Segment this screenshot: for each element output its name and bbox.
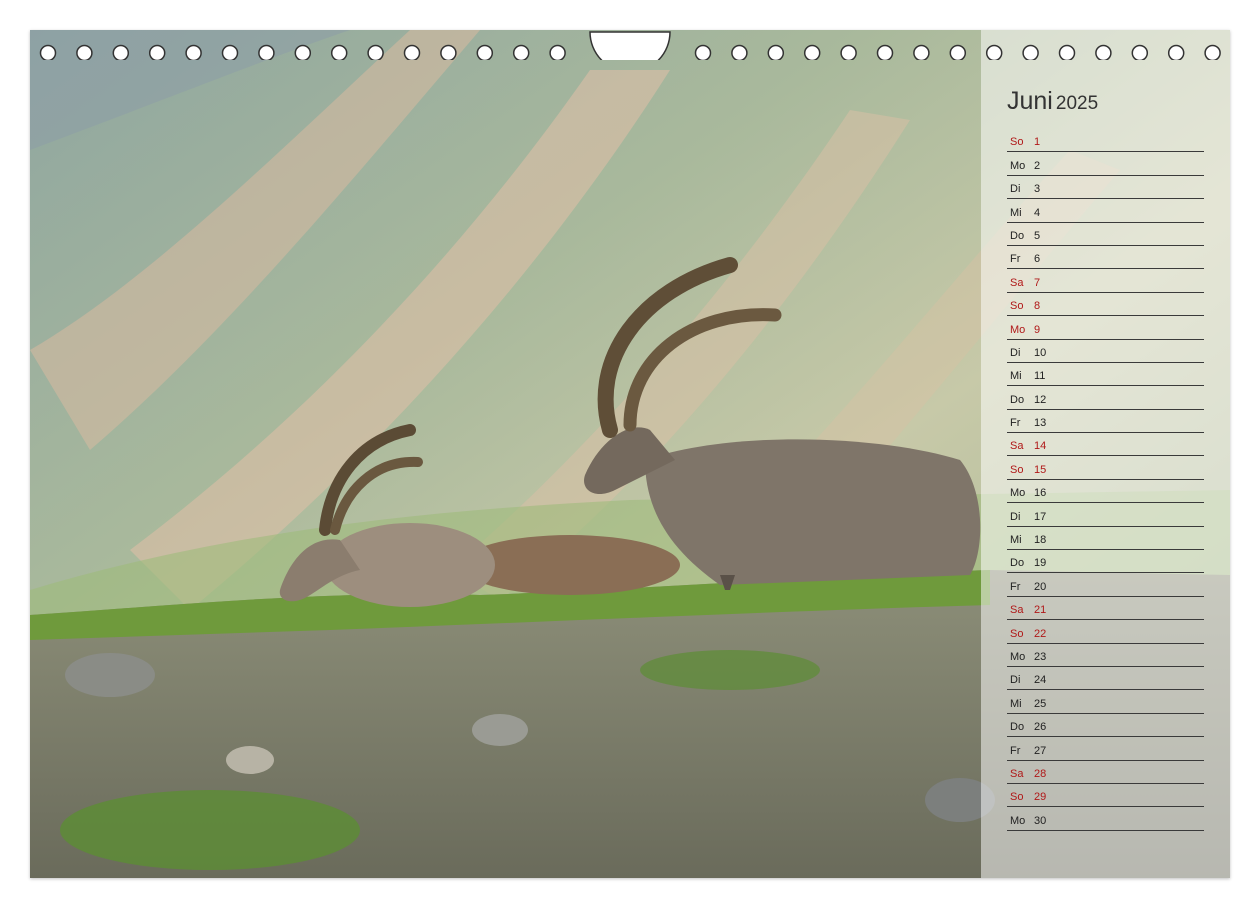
weekday-label: Di (1010, 674, 1021, 687)
day-row: Di 24 (1007, 668, 1204, 691)
weekday-label: Mo (1010, 814, 1026, 827)
day-number: 3 (1034, 183, 1041, 196)
day-number: 7 (1034, 276, 1041, 289)
day-number: 20 (1034, 580, 1047, 593)
weekday-label: So (1010, 463, 1024, 476)
day-number: 27 (1034, 744, 1047, 757)
day-number: 30 (1034, 814, 1047, 827)
weekday-label: Mo (1010, 323, 1026, 336)
weekday-label: Mi (1010, 370, 1022, 383)
weekday-label: Do (1010, 557, 1025, 570)
weekday-label: Mo (1010, 650, 1026, 663)
day-number: 8 (1034, 300, 1041, 313)
day-number: 18 (1034, 534, 1047, 547)
month-year: 2025 (1055, 93, 1099, 114)
day-number: 21 (1034, 604, 1047, 617)
day-number: 10 (1034, 346, 1047, 359)
day-row: Sa 7 (1007, 270, 1204, 293)
weekday-label: Di (1010, 183, 1021, 196)
weekday-label: Do (1010, 229, 1025, 242)
weekday-label: Mi (1010, 697, 1022, 710)
day-row: Do 5 (1007, 224, 1204, 246)
day-number: 2 (1034, 159, 1041, 172)
day-row: Mo 23 (1007, 645, 1204, 667)
day-number: 26 (1034, 721, 1047, 734)
weekday-label: Do (1010, 721, 1025, 734)
weekday-label: Fr (1010, 417, 1021, 430)
day-row: Sa 21 (1007, 598, 1204, 621)
day-row: Do 26 (1007, 715, 1204, 738)
day-row: Mo 9 (1007, 317, 1204, 340)
day-number: 5 (1034, 229, 1041, 242)
calendar-page: Juni 2025 So 1 Mo 2 Di 3 Mi 4 Do 5 Fr 6 Sa 7 So 8 Mo 9 Di 10… (30, 30, 1230, 878)
day-row: So 29 (1007, 785, 1204, 808)
day-number: 14 (1034, 440, 1047, 453)
weekday-label: Fr (1010, 253, 1021, 266)
weekday-label: Sa (1010, 440, 1024, 453)
day-row: Mo 2 (1007, 153, 1204, 176)
weekday-label: So (1010, 136, 1024, 149)
day-number: 24 (1034, 674, 1047, 687)
day-row: Mi 4 (1007, 200, 1204, 223)
day-row: Fr 13 (1007, 411, 1204, 434)
day-row: So 15 (1007, 457, 1204, 480)
day-list: So 1 Mo 2 Di 3 Mi 4 Do 5 Fr 6 Sa 7 So 8 Mo 9 Di 10 Mi 11 Do 12 F… (1007, 130, 1204, 832)
weekday-label: Fr (1010, 580, 1021, 593)
weekday-label: Do (1010, 393, 1025, 406)
weekday-label: Sa (1010, 276, 1024, 289)
day-number: 1 (1034, 136, 1041, 149)
month-title: Juni 2025 (1007, 87, 1098, 116)
day-row: Do 19 (1007, 551, 1204, 574)
day-row: Di 17 (1007, 504, 1204, 527)
weekday-label: Di (1010, 346, 1021, 359)
weekday-label: So (1010, 300, 1024, 313)
day-number: 25 (1034, 697, 1047, 710)
day-row: So 22 (1007, 621, 1204, 644)
day-row: Mi 11 (1007, 364, 1204, 387)
weekday-label: Mo (1010, 487, 1026, 500)
day-row: So 8 (1007, 294, 1204, 317)
day-number: 23 (1034, 650, 1047, 663)
day-number: 29 (1034, 791, 1047, 804)
day-number: 13 (1034, 417, 1047, 430)
weekday-label: So (1010, 791, 1024, 804)
weekday-label: Sa (1010, 604, 1024, 617)
day-number: 6 (1034, 253, 1041, 266)
day-number: 9 (1034, 323, 1041, 336)
month-name: Juni (1007, 87, 1053, 115)
day-number: 11 (1034, 370, 1046, 383)
day-row: Mi 25 (1007, 691, 1204, 714)
day-row: Fr 27 (1007, 738, 1204, 761)
day-row: Di 10 (1007, 341, 1204, 363)
weekday-label: Mi (1010, 206, 1022, 219)
day-number: 15 (1034, 463, 1047, 476)
weekday-label: Mo (1010, 159, 1026, 172)
day-row: Mi 18 (1007, 528, 1204, 551)
weekday-label: Mi (1010, 534, 1022, 547)
day-row: Fr 6 (1007, 247, 1204, 270)
weekday-label: So (1010, 627, 1024, 640)
day-row: Do 12 (1007, 387, 1204, 410)
day-row: Fr 20 (1007, 574, 1204, 597)
day-row: Mo 16 (1007, 481, 1204, 504)
day-row: So 1 (1007, 130, 1204, 153)
day-list-panel: Juni 2025 So 1 Mo 2 Di 3 Mi 4 Do 5 Fr 6 Sa 7 So 8 Mo 9 Di 10… (981, 30, 1230, 878)
day-number: 28 (1034, 767, 1047, 780)
weekday-label: Fr (1010, 744, 1021, 757)
day-row: Sa 28 (1007, 762, 1204, 784)
day-row: Sa 14 (1007, 434, 1204, 457)
day-row: Mo 30 (1007, 808, 1204, 831)
day-number: 12 (1034, 393, 1047, 406)
day-number: 16 (1034, 487, 1047, 500)
day-number: 19 (1034, 557, 1047, 570)
day-number: 22 (1034, 627, 1047, 640)
day-number: 4 (1034, 206, 1041, 219)
day-row: Di 3 (1007, 177, 1204, 200)
weekday-label: Sa (1010, 767, 1024, 780)
weekday-label: Di (1010, 510, 1021, 523)
day-number: 17 (1034, 510, 1047, 523)
